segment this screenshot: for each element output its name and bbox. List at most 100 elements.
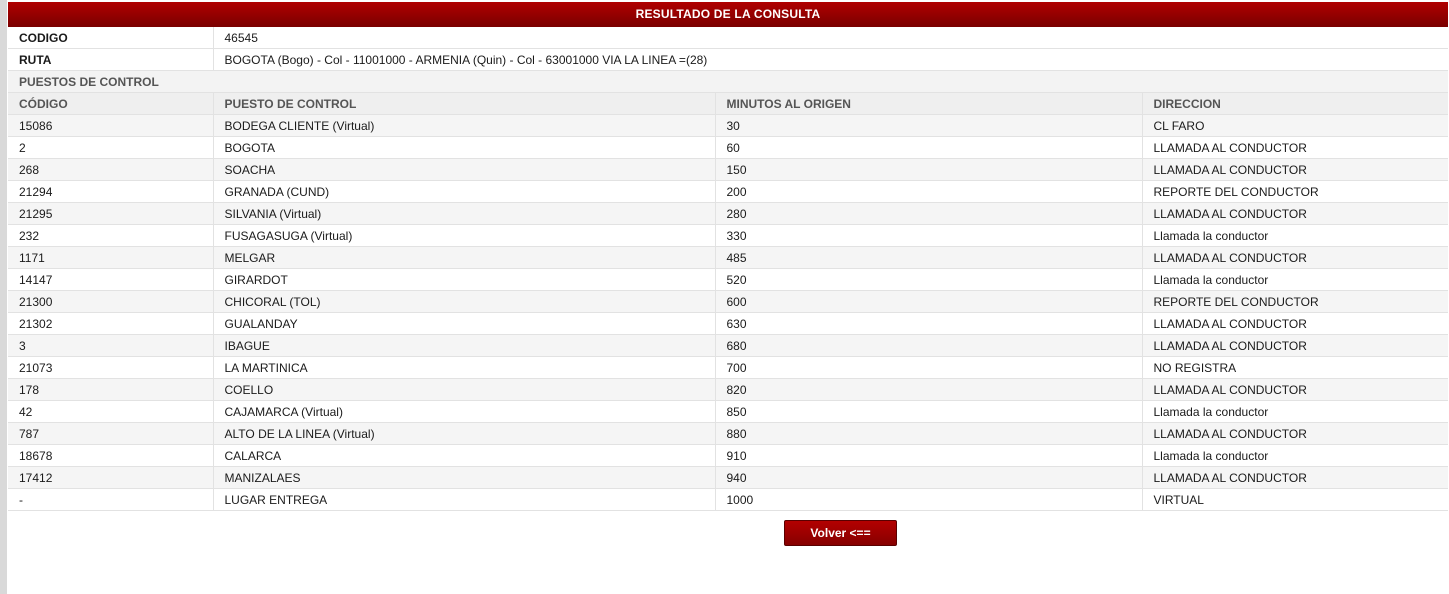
row-checkpoint: BODEGA CLIENTE (Virtual) xyxy=(212,114,715,137)
row-direction: VIRTUAL xyxy=(1141,488,1449,511)
row-checkpoint: SILVANIA (Virtual) xyxy=(212,202,715,225)
codigo-value: 46545 xyxy=(212,27,1449,49)
row-code: 3 xyxy=(8,334,213,357)
table-header-row: CÓDIGO PUESTO DE CONTROL MINUTOS AL ORIG… xyxy=(8,92,1449,115)
table-row: 232 FUSAGASUGA (Virtual) 330 Llamada la con… xyxy=(8,224,1449,247)
row-checkpoint: LUGAR ENTREGA xyxy=(212,488,715,511)
column-header: CÓDIGO xyxy=(8,92,213,115)
table-row: 15086 BODEGA CLIENTE (Virtual) 30 CL FARO xyxy=(8,114,1449,137)
section-label: PUESTOS DE CONTROL xyxy=(8,70,1449,93)
row-direction: NO REGISTRA xyxy=(1141,356,1449,379)
button-area: Volver <== xyxy=(784,520,897,546)
row-minutes: 940 xyxy=(714,466,1142,489)
row-minutes: 600 xyxy=(714,290,1142,313)
row-direction: LLAMADA AL CONDUCTOR xyxy=(1141,158,1449,181)
result-table: CODIGO 46545 RUTA BOGOTA (Bogo) - Col - … xyxy=(8,27,1449,511)
row-checkpoint: MANIZALAES xyxy=(212,466,715,489)
row-checkpoint: SOACHA xyxy=(212,158,715,181)
row-checkpoint: MELGAR xyxy=(212,246,715,269)
row-code: 14147 xyxy=(8,268,213,291)
table-row: 787 ALTO DE LA LINEA (Virtual) 880 LLAMADA … xyxy=(8,422,1449,445)
table-row: 1171 MELGAR 485 LLAMADA AL CONDUCTOR xyxy=(8,246,1449,269)
column-header: DIRECCION xyxy=(1141,92,1449,115)
table-row: 17412 MANIZALAES 940 LLAMADA AL CONDUCTOR xyxy=(8,466,1449,489)
row-minutes: 330 xyxy=(714,224,1142,247)
row-code: 21300 xyxy=(8,290,213,313)
row-code: 2 xyxy=(8,136,213,159)
row-direction: LLAMADA AL CONDUCTOR xyxy=(1141,246,1449,269)
row-minutes: 680 xyxy=(714,334,1142,357)
row-minutes: 280 xyxy=(714,202,1142,225)
table-row: 21073 LA MARTINICA 700 NO REGISTRA xyxy=(8,356,1449,379)
ruta-value: BOGOTA (Bogo) - Col - 11001000 - ARMENIA… xyxy=(212,48,1449,71)
row-checkpoint: CAJAMARCA (Virtual) xyxy=(212,400,715,423)
row-direction: LLAMADA AL CONDUCTOR xyxy=(1141,466,1449,489)
row-checkpoint: FUSAGASUGA (Virtual) xyxy=(212,224,715,247)
row-direction: LLAMADA AL CONDUCTOR xyxy=(1141,202,1449,225)
row-direction: REPORTE DEL CONDUCTOR xyxy=(1141,290,1449,313)
table-row: 21295 SILVANIA (Virtual) 280 LLAMADA AL CON… xyxy=(8,202,1449,225)
table-row: 21300 CHICORAL (TOL) 600 REPORTE DEL CONDUC… xyxy=(8,290,1449,313)
row-code: 21073 xyxy=(8,356,213,379)
row-checkpoint: GUALANDAY xyxy=(212,312,715,335)
row-minutes: 60 xyxy=(714,136,1142,159)
row-code: 178 xyxy=(8,378,213,401)
row-minutes: 520 xyxy=(714,268,1142,291)
row-code: 21302 xyxy=(8,312,213,335)
table-row: 18678 CALARCA 910 Llamada la conductor xyxy=(8,444,1449,467)
row-code: 232 xyxy=(8,224,213,247)
ruta-label: RUTA xyxy=(8,48,213,71)
table-row: 21302 GUALANDAY 630 LLAMADA AL CONDUCTOR xyxy=(8,312,1449,335)
row-direction: LLAMADA AL CONDUCTOR xyxy=(1141,312,1449,335)
table-row: 178 COELLO 820 LLAMADA AL CONDUCTOR xyxy=(8,378,1449,401)
row-direction: Llamada la conductor xyxy=(1141,444,1449,467)
row-minutes: 630 xyxy=(714,312,1142,335)
row-code: 15086 xyxy=(8,114,213,137)
row-direction: Llamada la conductor xyxy=(1141,268,1449,291)
result-panel: RESULTADO DE LA CONSULTA CODIGO 46545 RU… xyxy=(8,2,1449,511)
row-direction: Llamada la conductor xyxy=(1141,224,1449,247)
row-minutes: 850 xyxy=(714,400,1142,423)
row-minutes: 30 xyxy=(714,114,1142,137)
row-code: 21294 xyxy=(8,180,213,203)
row-minutes: 200 xyxy=(714,180,1142,203)
table-row: - LUGAR ENTREGA 1000 VIRTUAL xyxy=(8,488,1449,511)
back-button[interactable]: Volver <== xyxy=(784,520,897,546)
row-code: 21295 xyxy=(8,202,213,225)
row-checkpoint: LA MARTINICA xyxy=(212,356,715,379)
row-checkpoint: GIRARDOT xyxy=(212,268,715,291)
row-checkpoint: CHICORAL (TOL) xyxy=(212,290,715,313)
row-direction: LLAMADA AL CONDUCTOR xyxy=(1141,334,1449,357)
table-row: 268 SOACHA 150 LLAMADA AL CONDUCTOR xyxy=(8,158,1449,181)
table-row: 14147 GIRARDOT 520 Llamada la conductor xyxy=(8,268,1449,291)
section-header: PUESTOS DE CONTROL xyxy=(8,70,1449,93)
row-checkpoint: ALTO DE LA LINEA (Virtual) xyxy=(212,422,715,445)
info-row-codigo: CODIGO 46545 xyxy=(8,27,1449,49)
window-left-edge xyxy=(0,0,7,594)
row-code: 17412 xyxy=(8,466,213,489)
table-row: 42 CAJAMARCA (Virtual) 850 Llamada la condu… xyxy=(8,400,1449,423)
row-direction: CL FARO xyxy=(1141,114,1449,137)
row-direction: LLAMADA AL CONDUCTOR xyxy=(1141,378,1449,401)
row-minutes: 700 xyxy=(714,356,1142,379)
row-minutes: 485 xyxy=(714,246,1142,269)
row-code: - xyxy=(8,488,213,511)
panel-title: RESULTADO DE LA CONSULTA xyxy=(8,2,1448,27)
column-header: MINUTOS AL ORIGEN xyxy=(714,92,1142,115)
row-direction: LLAMADA AL CONDUCTOR xyxy=(1141,136,1449,159)
codigo-label: CODIGO xyxy=(8,27,213,49)
table-row: 21294 GRANADA (CUND) 200 REPORTE DEL CONDUC… xyxy=(8,180,1449,203)
row-checkpoint: BOGOTA xyxy=(212,136,715,159)
row-minutes: 820 xyxy=(714,378,1142,401)
row-code: 787 xyxy=(8,422,213,445)
info-row-ruta: RUTA BOGOTA (Bogo) - Col - 11001000 - AR… xyxy=(8,48,1449,71)
row-minutes: 1000 xyxy=(714,488,1142,511)
row-direction: Llamada la conductor xyxy=(1141,400,1449,423)
column-header: PUESTO DE CONTROL xyxy=(212,92,715,115)
row-direction: REPORTE DEL CONDUCTOR xyxy=(1141,180,1449,203)
table-row: 3 IBAGUE 680 LLAMADA AL CONDUCTOR xyxy=(8,334,1449,357)
row-direction: LLAMADA AL CONDUCTOR xyxy=(1141,422,1449,445)
row-code: 42 xyxy=(8,400,213,423)
row-minutes: 910 xyxy=(714,444,1142,467)
row-minutes: 880 xyxy=(714,422,1142,445)
